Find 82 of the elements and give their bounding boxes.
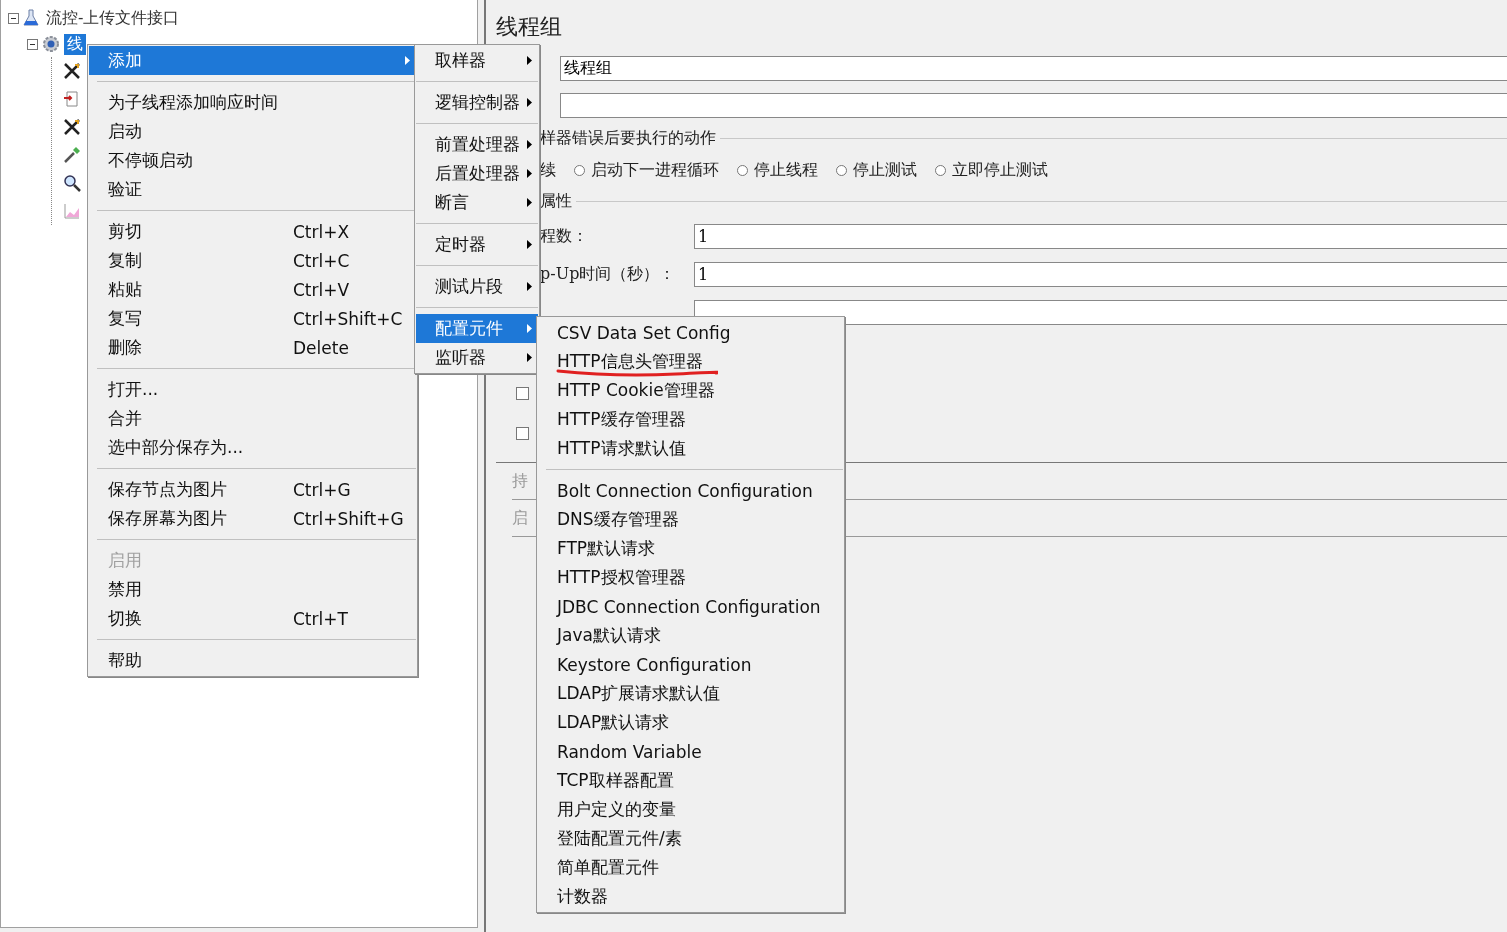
menu-item[interactable]: 测试片段 (416, 272, 538, 301)
comment-field[interactable] (560, 93, 1507, 118)
number-field[interactable]: 1 (694, 261, 1507, 287)
menu-item[interactable]: HTTP请求默认值 (538, 434, 843, 463)
menu-item[interactable]: 为子线程添加响应时间 (89, 88, 416, 117)
menu-item[interactable]: FTP默认请求 (538, 534, 843, 563)
menu-item[interactable]: 帮助 (89, 646, 416, 675)
tree-item[interactable]: 线 (64, 33, 86, 55)
field-label: 持 (512, 470, 528, 492)
menu-item[interactable]: Random Variable (538, 737, 843, 766)
document-icon (63, 90, 81, 108)
menu-item[interactable]: 选中部分保存为... (89, 433, 416, 462)
menu-item[interactable]: 断言 (416, 188, 538, 217)
menu-item[interactable]: 配置元件 (416, 314, 538, 343)
menu-item[interactable]: Keystore Configuration (538, 650, 843, 679)
menu-item[interactable]: 禁用 (89, 575, 416, 604)
menu-item[interactable]: LDAP默认请求 (538, 708, 843, 737)
menu-item[interactable]: 定时器 (416, 230, 538, 259)
radio-button[interactable] (935, 165, 946, 176)
radio-label[interactable]: 停止测试 (853, 160, 917, 181)
menu-item[interactable]: HTTP授权管理器 (538, 563, 843, 592)
menu-item[interactable]: JDBC Connection Configuration (538, 592, 843, 621)
radio-button[interactable] (574, 165, 585, 176)
menu-item[interactable]: 切换 Ctrl+T (89, 604, 416, 633)
group-label: 属性 (540, 191, 576, 210)
radio-button[interactable] (836, 165, 847, 176)
menu-item[interactable]: 监听器 (416, 343, 538, 372)
radio-label[interactable]: 启动下一进程循环 (591, 160, 719, 181)
collapse-icon[interactable] (27, 38, 38, 50)
menu-item[interactable]: Bolt Connection Configuration (538, 476, 843, 505)
flask-icon (23, 9, 39, 27)
menu-item[interactable]: 粘贴 Ctrl+V (89, 275, 416, 304)
menu-item[interactable]: HTTP Cookie管理器 (538, 376, 843, 405)
menu-item[interactable]: 登陆配置元件/素 (538, 824, 843, 853)
panel-title: 线程组 (496, 13, 563, 41)
menu-item[interactable]: 启动 (89, 117, 416, 146)
menu-item[interactable]: 添加 (89, 46, 416, 75)
menu-item[interactable]: 合并 (89, 404, 416, 433)
menu-item[interactable]: 剪切 Ctrl+X (89, 217, 416, 246)
tree-item[interactable]: 流控-上传文件接口 (43, 7, 183, 29)
radio-label[interactable]: 立即停止测试 (952, 160, 1048, 181)
radio-button[interactable] (737, 165, 748, 176)
menu-item[interactable]: 计数器 (538, 882, 843, 911)
field-label: p-Up时间（秒）： (540, 263, 677, 285)
menu-item[interactable]: DNS缓存管理器 (538, 505, 843, 534)
magnifier-icon (63, 174, 81, 192)
checkbox[interactable] (516, 387, 529, 400)
checkbox[interactable] (516, 427, 529, 440)
gear-icon (42, 35, 60, 53)
dropper-icon (63, 146, 81, 164)
menu-item[interactable]: 前置处理器 (416, 130, 538, 159)
group-label: 样器错误后要执行的动作 (540, 128, 720, 147)
tools-icon (63, 62, 81, 80)
menu-item[interactable]: TCP取样器配置 (538, 766, 843, 795)
menu-item[interactable]: 保存屏幕为图片 Ctrl+Shift+G (89, 504, 416, 533)
menu-item[interactable]: Java默认请求 (538, 621, 843, 650)
tools-icon (63, 118, 81, 136)
menu-item[interactable]: 打开... (89, 375, 416, 404)
menu-item[interactable]: 复写 Ctrl+Shift+C (89, 304, 416, 333)
radio-label[interactable]: 续 (540, 160, 556, 181)
number-field[interactable]: 1 (694, 223, 1507, 249)
menu-item[interactable]: 后置处理器 (416, 159, 538, 188)
menu-item[interactable]: CSV Data Set Config (538, 318, 843, 347)
field-label: 启 (512, 507, 528, 529)
menu-item[interactable]: 保存节点为图片 Ctrl+G (89, 475, 416, 504)
menu-item[interactable]: 复制 Ctrl+C (89, 246, 416, 275)
menu-item[interactable]: HTTP缓存管理器 (538, 405, 843, 434)
menu-item[interactable]: 不停顿启动 (89, 146, 416, 175)
menu-item[interactable]: 简单配置元件 (538, 853, 843, 882)
radio-label[interactable]: 停止线程 (754, 160, 818, 181)
name-field[interactable]: 线程组 (560, 56, 1507, 81)
field-label: 程数： (540, 225, 589, 247)
menu-item[interactable]: LDAP扩展请求默认值 (538, 679, 843, 708)
text-field[interactable] (694, 299, 1507, 325)
menu-item[interactable]: 逻辑控制器 (416, 88, 538, 117)
collapse-icon[interactable] (8, 12, 19, 24)
menu-item[interactable]: 验证 (89, 175, 416, 204)
menu-item[interactable]: 取样器 (416, 46, 538, 75)
menu-item[interactable]: 删除 Delete (89, 333, 416, 362)
menu-item[interactable]: 用户定义的变量 (538, 795, 843, 824)
menu-item[interactable]: HTTP信息头管理器 (538, 347, 843, 376)
graph-icon (63, 202, 81, 220)
